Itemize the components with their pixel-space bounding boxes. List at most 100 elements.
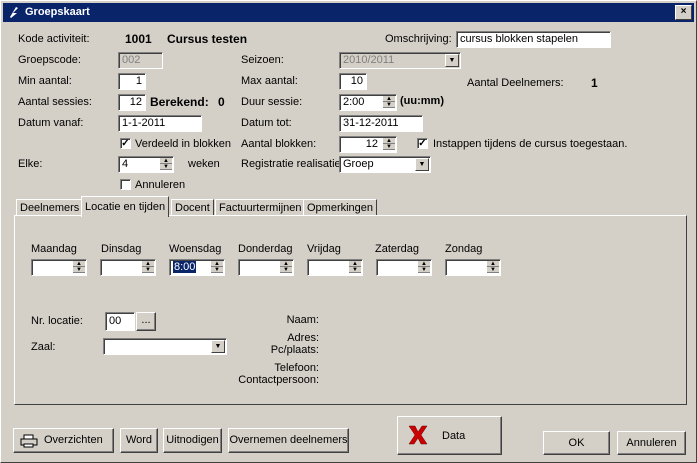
app-icon [10,7,18,18]
day-label-donderdag: Donderdag [238,243,293,255]
groepscode-input[interactable]: 002 [118,52,163,69]
spin-down-icon[interactable]: ▼ [73,267,85,273]
browse-locatie-button[interactable]: ... [136,312,156,331]
duur-unit: (uu:mm) [400,95,444,107]
aantal-sessies-label: Aantal sessies: [18,96,92,108]
day-label-woensdag: Woensdag [169,243,222,255]
aantal-blokken-value: 12 [365,138,378,150]
seizoen-value: 2010/2011 [343,54,395,66]
max-aantal-input[interactable]: 10 [339,73,367,90]
tab-factuurtermijnen[interactable]: Factuurtermijnen [215,199,306,216]
time-spinner-maandag[interactable]: ▲ ▼ [31,259,87,276]
adres-label: Adres: [287,332,319,344]
annuleren-label: Annuleren [135,179,186,191]
dialog-window: Groepskaart × Kode activiteit: 1001 Curs… [0,0,697,463]
day-label-zaterdag: Zaterdag [375,243,420,255]
registratie-select[interactable]: Groep ▼ [339,156,431,173]
ok-button[interactable]: OK [543,431,610,455]
tab-deelnemers[interactable]: Deelnemers [16,199,84,216]
aantal-sessies-input[interactable]: 12 [118,94,146,111]
time-spinner-vrijdag[interactable]: ▲ ▼ [307,259,363,276]
chevron-down-icon[interactable]: ▼ [211,340,225,353]
day-label-vrijdag: Vrijdag [307,243,341,255]
day-label-zondag: Zondag [445,243,483,255]
datum-tot-label: Datum tot: [241,117,292,129]
activity-name: Cursus testen [167,32,248,46]
spin-down-icon[interactable]: ▼ [160,164,172,170]
data-button[interactable]: Data [397,416,502,455]
instappen-checkbox[interactable]: ✓ [417,138,428,149]
title-bar: Groepskaart × [3,3,694,22]
groepscode-label: Groepscode: [18,54,81,66]
tab-opmerkingen[interactable]: Opmerkingen [303,199,378,216]
time-spinner-zaterdag[interactable]: ▲ ▼ [376,259,432,276]
printer-icon [20,434,38,448]
elke-label: Elke: [18,158,43,170]
telefoon-label: Telefoon: [274,362,319,374]
seizoen-label: Seizoen: [241,54,284,66]
elke-value: 4 [122,158,129,170]
verdeeld-checkbox[interactable]: ✓ [120,138,131,149]
chevron-down-icon[interactable]: ▼ [415,158,429,171]
weken-label: weken [188,158,220,170]
time-value: 8:00 [173,261,197,273]
duur-sessie-spinner[interactable]: 2:00 ▲ ▼ [339,94,397,111]
tab-docent[interactable]: Docent [171,199,214,216]
activity-code: 1001 [125,32,152,46]
spin-down-icon[interactable]: ▼ [383,144,395,150]
kode-activiteit-label: Kode activiteit: [18,33,90,45]
spin-down-icon[interactable]: ▼ [418,267,430,273]
instappen-label: Instappen tijdens de cursus toegestaan. [433,138,628,150]
naam-label: Naam: [286,314,319,326]
spin-down-icon[interactable]: ▼ [142,267,154,273]
nr-locatie-label: Nr. locatie: [31,315,83,327]
spin-down-icon[interactable]: ▼ [349,267,361,273]
zaal-select[interactable]: ▼ [103,338,227,355]
berekend-label: Berekend: [150,95,209,109]
time-spinner-woensdag[interactable]: 8:00 ▲ ▼ [169,259,225,276]
uitnodigen-button[interactable]: Uitnodigen [163,428,222,453]
word-button[interactable]: Word [120,428,158,453]
datum-vanaf-input[interactable]: 1-1-2011 [118,115,202,132]
annuleren-button[interactable]: Annuleren [617,431,686,455]
datum-vanaf-label: Datum vanaf: [18,117,84,129]
berekend-value: 0 [218,95,225,109]
contactpersoon-label: Contactpersoon: [238,374,319,386]
datum-tot-input[interactable]: 31-12-2011 [339,115,423,132]
day-label-maandag: Maandag [31,243,77,255]
window-title: Groepskaart [25,6,90,18]
spin-down-icon[interactable]: ▼ [487,267,499,273]
aantal-deelnemers-value: 1 [591,76,598,90]
duur-sessie-value: 2:00 [343,96,365,108]
red-x-icon [408,425,428,445]
omschrijving-label: Omschrijving: [385,33,452,45]
close-button[interactable]: × [675,5,692,20]
min-aantal-input[interactable]: 1 [118,73,146,90]
seizoen-select[interactable]: 2010/2011 ▼ [339,52,461,69]
min-aantal-label: Min aantal: [18,75,72,87]
overzichten-button[interactable]: Overzichten [13,428,114,453]
duur-sessie-label: Duur sessie: [241,96,303,108]
nr-locatie-input[interactable]: 00 [105,312,135,331]
spin-down-icon[interactable]: ▼ [383,102,395,108]
time-spinner-zondag[interactable]: ▲ ▼ [445,259,501,276]
omschrijving-input[interactable]: cursus blokken stapelen [456,31,611,48]
time-spinner-dinsdag[interactable]: ▲ ▼ [100,259,156,276]
aantal-deelnemers-label: Aantal Deelnemers: [467,77,564,89]
registratie-label: Registratie realisatie: [241,158,344,170]
elke-spinner[interactable]: 4 ▲ ▼ [118,156,174,173]
spin-down-icon[interactable]: ▼ [211,267,223,273]
data-label: Data [442,430,466,442]
aantal-blokken-label: Aantal blokken: [241,138,317,150]
pc-plaats-label: Pc/plaats: [270,344,319,356]
time-spinner-donderdag[interactable]: ▲ ▼ [238,259,294,276]
overnemen-deelnemers-button[interactable]: Overnemen deelnemers [228,428,349,453]
aantal-blokken-spinner[interactable]: 12 ▲ ▼ [339,136,397,153]
spin-down-icon[interactable]: ▼ [280,267,292,273]
zaal-label: Zaal: [31,341,56,353]
overzichten-label: Overzichten [44,434,103,446]
annuleren-checkbox[interactable] [120,179,131,190]
chevron-down-icon[interactable]: ▼ [445,54,459,67]
max-aantal-label: Max aantal: [241,75,298,87]
tab-locatie-en-tijden[interactable]: Locatie en tijden [81,196,170,217]
